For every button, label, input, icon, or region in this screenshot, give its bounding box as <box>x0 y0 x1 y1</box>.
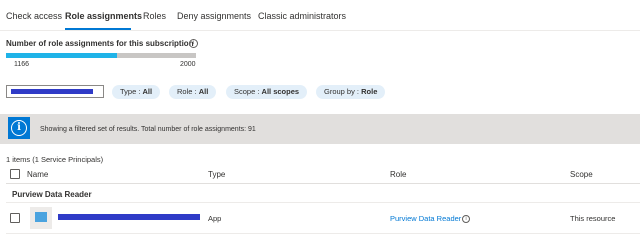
group-divider <box>6 202 640 203</box>
info-icon: i <box>8 117 30 139</box>
filter-role[interactable]: Role : All <box>169 85 217 99</box>
row-divider <box>6 233 640 234</box>
tab-deny-assignments[interactable]: Deny assignments <box>177 11 251 21</box>
search-input[interactable] <box>6 85 104 98</box>
filter-type[interactable]: Type : All <box>112 85 161 99</box>
info-icon[interactable]: i <box>462 215 470 223</box>
row-checkbox[interactable] <box>10 213 20 223</box>
select-all-checkbox[interactable] <box>10 169 20 179</box>
row-type: App <box>208 214 222 223</box>
tab-bar: Check access Role assignments Roles Deny… <box>0 0 640 31</box>
active-tab-indicator <box>65 28 131 30</box>
assignment-progress-fill <box>6 53 117 58</box>
column-header-scope[interactable]: Scope <box>570 170 593 179</box>
redacted-name[interactable] <box>58 214 200 220</box>
filter-group-by[interactable]: Group by : Role <box>316 85 386 99</box>
assignment-current-count: 1166 <box>14 61 30 68</box>
assignment-progress-bar <box>6 53 196 58</box>
column-header-role[interactable]: Role <box>390 170 406 179</box>
tab-check-access[interactable]: Check access <box>6 11 62 21</box>
tab-roles[interactable]: Roles <box>143 11 166 21</box>
assignment-max-count: 2000 <box>180 61 196 68</box>
app-icon <box>30 207 52 229</box>
redacted-search-text <box>11 89 93 94</box>
filter-scope[interactable]: Scope : All scopes <box>226 85 308 99</box>
info-banner-text: Showing a filtered set of results. Total… <box>40 126 256 133</box>
items-count: 1 items (1 Service Principals) <box>6 155 104 164</box>
column-header-type[interactable]: Type <box>208 170 225 179</box>
row-scope: This resource <box>570 214 616 223</box>
info-icon[interactable]: i <box>189 39 198 48</box>
row-role-link[interactable]: Purview Data Reader <box>390 214 461 223</box>
header-divider <box>6 183 640 184</box>
group-label: Purview Data Reader <box>12 190 92 199</box>
column-header-name[interactable]: Name <box>27 170 48 179</box>
tab-role-assignments[interactable]: Role assignments <box>65 11 142 21</box>
assignment-count-title: Number of role assignments for this subs… <box>6 39 194 48</box>
tab-classic-administrators[interactable]: Classic administrators <box>258 11 346 21</box>
